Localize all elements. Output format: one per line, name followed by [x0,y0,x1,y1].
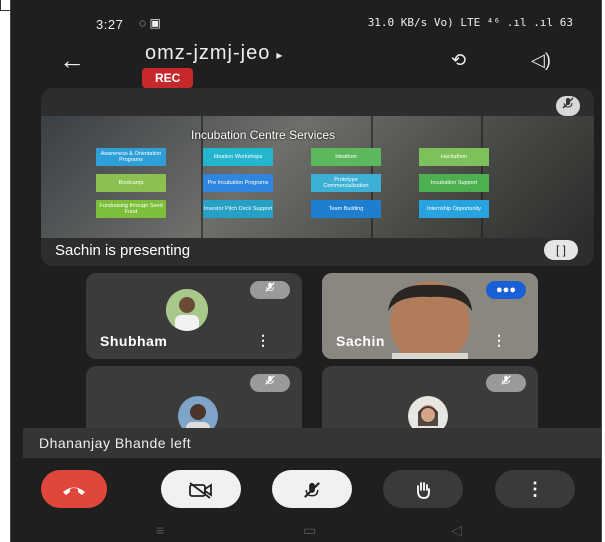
more-options-icon[interactable]: ⋮ [256,332,270,349]
participant-tile[interactable] [322,366,538,436]
toast-text: Dhananjay Bhande left [39,435,192,451]
slide-tile: Ideathon [311,148,381,166]
slide-tile: Ideation Workshops [203,148,273,166]
recent-apps-icon[interactable]: ≡ [156,522,164,538]
camera-off-icon [188,479,214,499]
more-options-button[interactable]: ⋮ [495,470,575,508]
switch-camera-icon[interactable]: ⟲ [451,50,466,71]
participant-name: Shubham [100,333,168,349]
nav-back-icon[interactable]: ◁ [451,522,462,539]
slide-tile: Hackathon [419,148,489,166]
participant-tile-shubham[interactable]: Shubham ⋮ [86,273,302,359]
recording-badge: REC [142,68,194,88]
slide-tile: Bootcamp [96,174,166,192]
notification-toast: Dhananjay Bhande left [23,428,601,458]
meeting-code-text: omz-jzmj-jeo [145,42,271,64]
slide-tile: Team Building [311,200,381,218]
slide-tile: Investor Pitch Deck Support [203,200,273,218]
play-icon: ▸ [276,48,284,62]
avatar [166,289,208,331]
status-time: 3:27 [96,17,124,32]
slide-tile: Awareness & Orientation Programs [96,148,166,166]
raise-hand-button[interactable] [383,470,463,508]
slide-tile: Fundraising through Seed Fund [96,200,166,218]
slide-tile: Incubation Support [419,174,489,192]
fullscreen-icon[interactable]: [ ] [544,240,578,260]
shared-slide: Incubation Centre Services Awareness & O… [41,116,594,238]
slide-tile: Internship Opportunity [419,200,489,218]
phone-screen: 3:27 ◌ ▣ 31.0 KB/s Vo) LTE ⁴⁶ .ıl .ıl 63… [10,0,602,542]
mic-off-icon [302,479,322,499]
raise-hand-icon [413,479,433,500]
more-options-icon: ⋮ [526,479,544,499]
mic-toggle-button[interactable] [272,470,352,508]
presentation-tile[interactable]: Incubation Centre Services Awareness & O… [41,88,594,266]
slide-title: Incubation Centre Services [191,128,336,142]
status-bar: 3:27 ◌ ▣ 31.0 KB/s Vo) LTE ⁴⁶ .ıl .ıl 63 [11,10,601,36]
status-left-icons: ◌ ▣ [139,16,161,30]
mic-off-icon [250,281,290,299]
end-call-icon [61,479,87,499]
status-right-icons: 31.0 KB/s Vo) LTE ⁴⁶ .ıl .ıl 63 [367,16,573,29]
speaking-indicator-icon: ●●● [486,281,526,299]
speaker-icon[interactable]: ◁) [531,50,551,71]
presenting-label: Sachin is presenting [55,242,191,259]
slide-tile: Pre Incubation Programs [203,174,273,192]
system-nav-bar: ≡ ▭ ◁ [11,518,601,542]
participant-tile[interactable] [86,366,302,436]
home-icon[interactable]: ▭ [303,522,316,539]
meeting-header: ← omz-jzmj-jeo ▸ REC ⟲ ◁) [11,40,601,90]
mic-off-icon [486,374,526,392]
participant-tile-sachin[interactable]: ●●● Sachin ⋮ [322,273,538,359]
mic-off-icon [556,96,580,116]
mic-off-icon [250,374,290,392]
back-arrow-icon[interactable]: ← [59,47,85,73]
slide-tile: Prototype Commercialization [311,174,381,192]
camera-toggle-button[interactable] [161,470,241,508]
meeting-code[interactable]: omz-jzmj-jeo ▸ [145,42,283,65]
more-options-icon[interactable]: ⋮ [492,332,506,349]
participant-name: Sachin [336,333,385,349]
end-call-button[interactable] [41,470,107,508]
